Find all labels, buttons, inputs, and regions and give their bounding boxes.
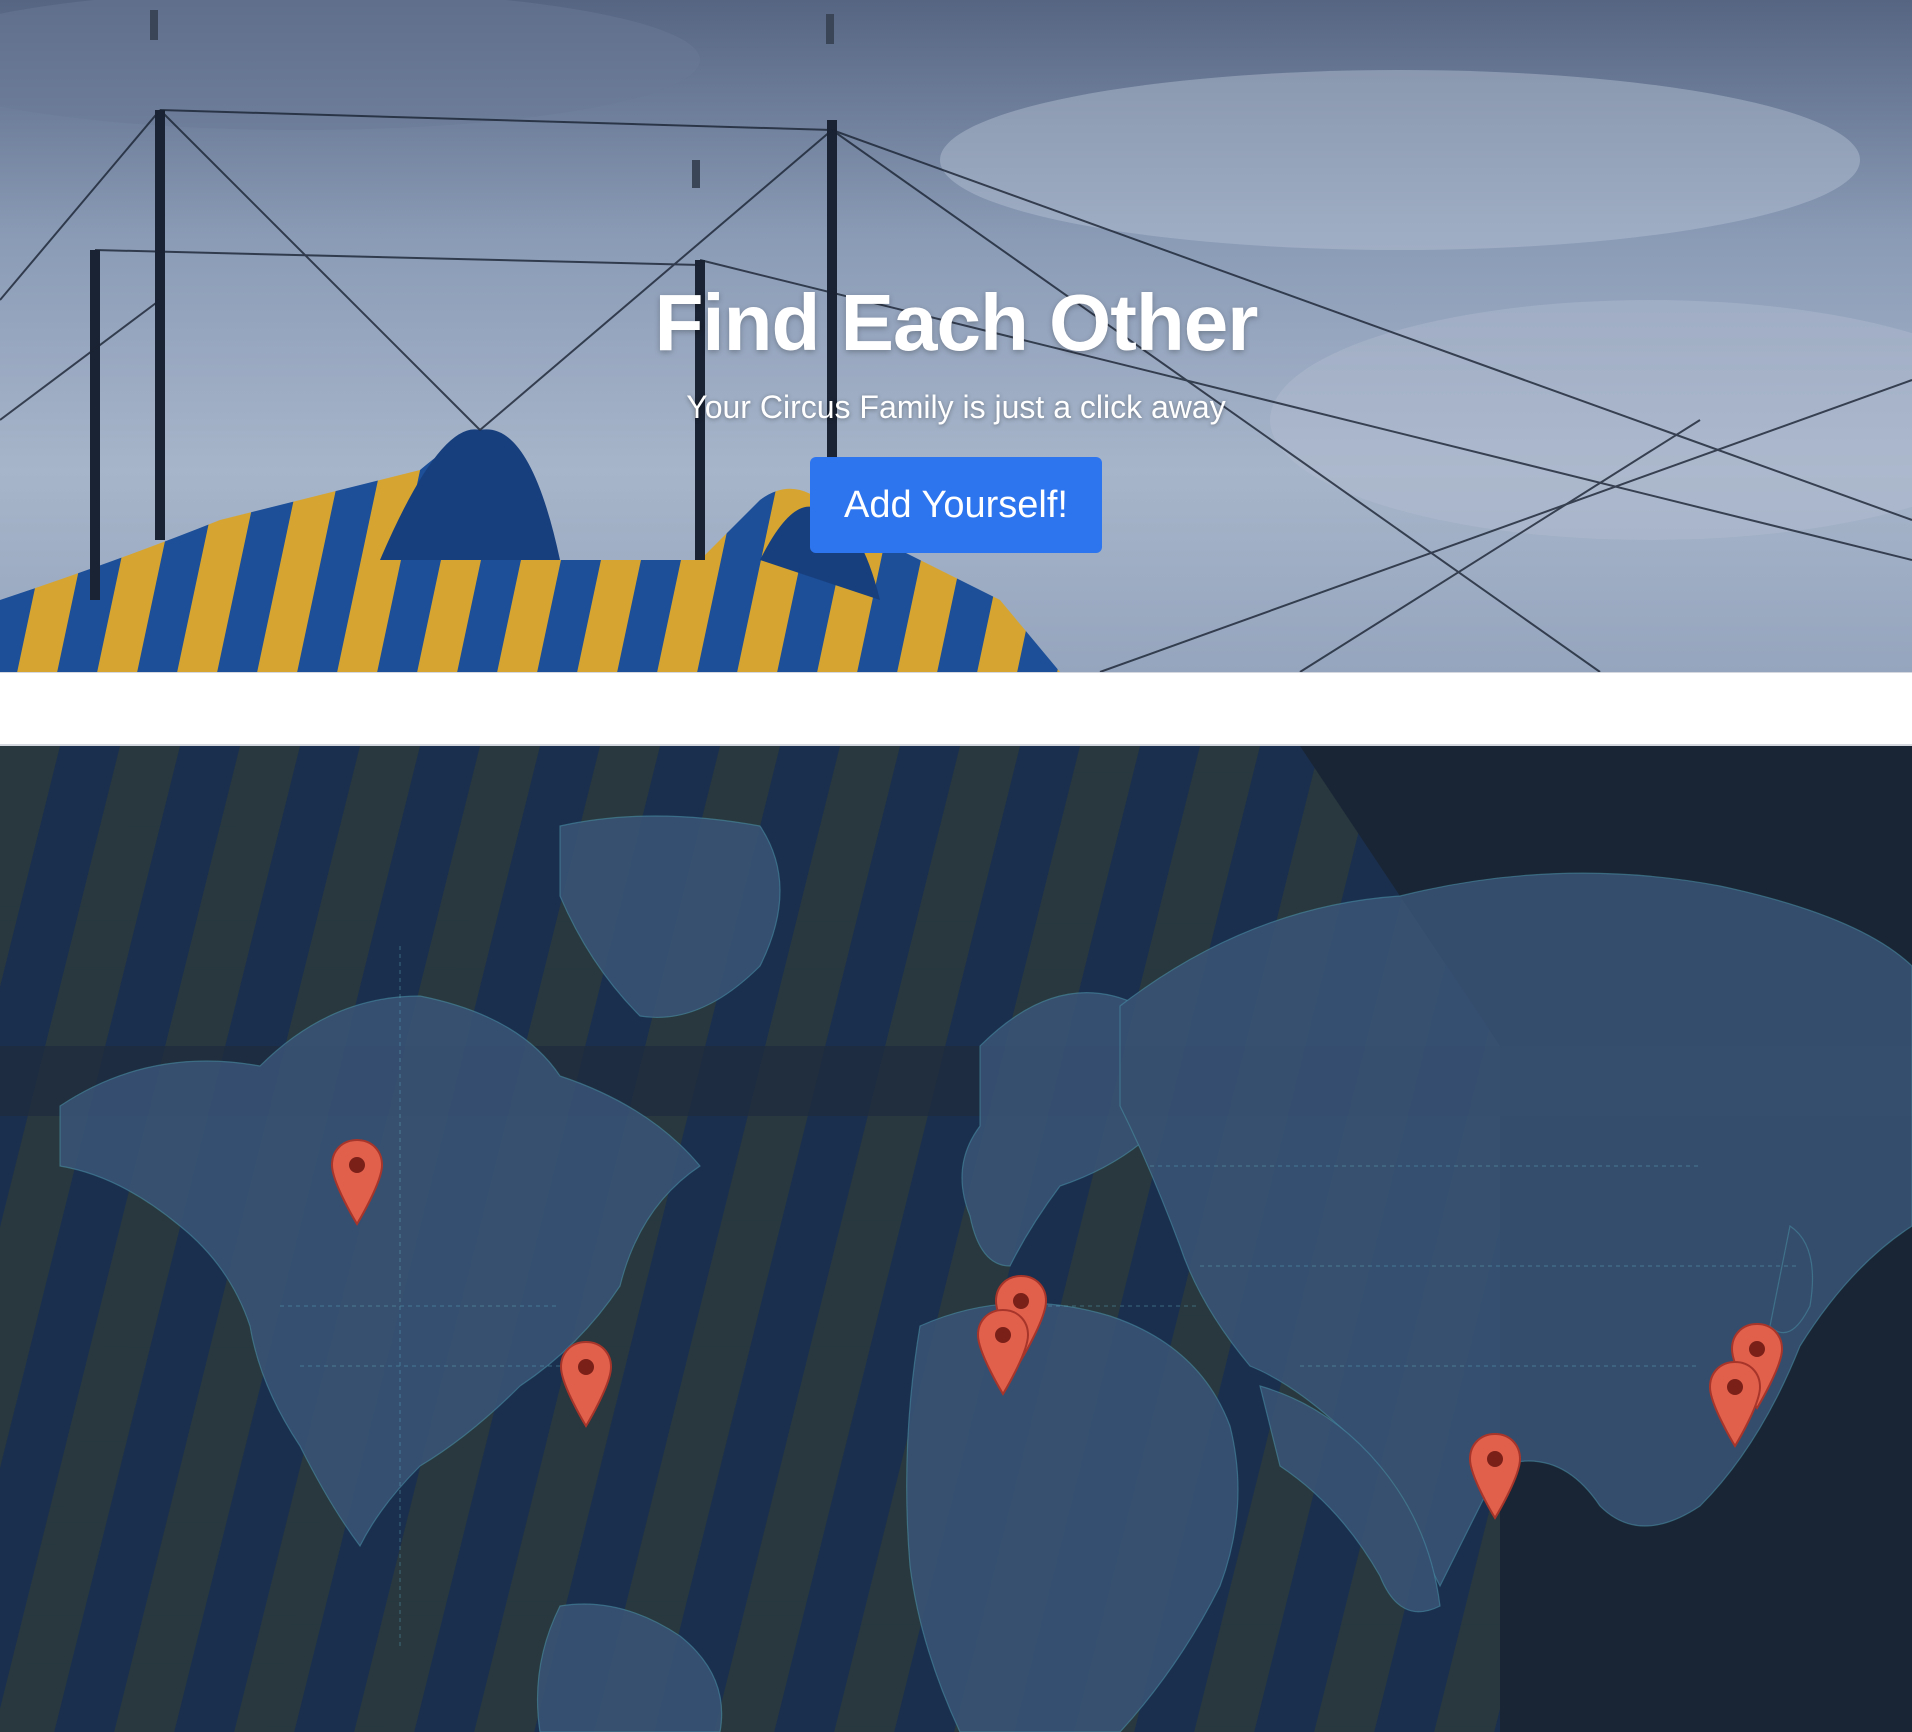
map-pin-icon: [1708, 1360, 1762, 1448]
hero-section: Find Each Other Your Circus Family is ju…: [0, 0, 1912, 672]
section-divider: [0, 672, 1912, 746]
map-marker[interactable]: [559, 1340, 613, 1428]
map-marker[interactable]: [330, 1138, 384, 1226]
map-pin-icon: [330, 1138, 384, 1226]
map-marker[interactable]: [976, 1308, 1030, 1396]
map-pin-icon: [559, 1340, 613, 1428]
world-map-section[interactable]: [0, 746, 1912, 1732]
world-map[interactable]: [0, 746, 1912, 1732]
map-marker[interactable]: [1468, 1432, 1522, 1520]
hero-content: Find Each Other Your Circus Family is ju…: [0, 270, 1912, 553]
page: Find Each Other Your Circus Family is ju…: [0, 0, 1912, 1732]
map-pin-icon: [976, 1308, 1030, 1396]
map-marker[interactable]: [1708, 1360, 1762, 1448]
hero-title: Find Each Other: [654, 278, 1259, 367]
hero-subtitle: Your Circus Family is just a click away: [686, 389, 1226, 425]
add-yourself-button[interactable]: Add Yourself!: [810, 457, 1102, 553]
map-pin-icon: [1468, 1432, 1522, 1520]
